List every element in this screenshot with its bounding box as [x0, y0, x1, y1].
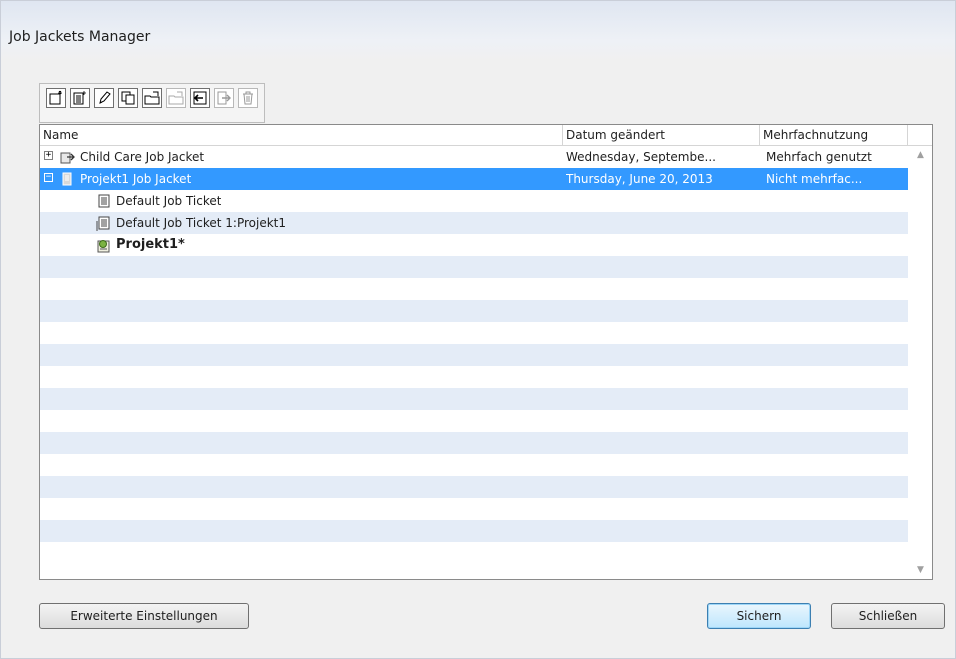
job-ticket-icon	[98, 194, 110, 208]
empty-row	[40, 454, 908, 476]
open-folder-icon	[168, 91, 184, 105]
scroll-down-icon[interactable]: ▼	[917, 565, 924, 575]
empty-row	[40, 542, 908, 564]
list-header: Name Datum geändert Mehrfachnutzung	[40, 125, 932, 146]
import-button[interactable]	[190, 88, 210, 108]
empty-row	[40, 322, 908, 344]
row-name: Projekt1*	[116, 237, 185, 252]
duplicate-icon	[121, 91, 135, 105]
open-button[interactable]	[142, 88, 162, 108]
open-folder-icon	[144, 91, 160, 105]
scroll-up-icon[interactable]: ▲	[917, 150, 924, 160]
empty-row	[40, 300, 908, 322]
new-jacket-icon	[49, 90, 62, 105]
column-header-date[interactable]: Datum geändert	[563, 125, 760, 145]
empty-row	[40, 256, 908, 278]
list-rows: + Child Care Job Jacket Wednesday, Septe…	[40, 146, 908, 564]
row-usage: Nicht mehrfac...	[766, 172, 863, 186]
vertical-scrollbar[interactable]: ▲ ▼	[912, 146, 932, 579]
empty-row	[40, 278, 908, 300]
list-item-projekt1-selected[interactable]: − Projekt1 Job Jacket Thursday, June 20,…	[40, 168, 908, 190]
list-item-default-ticket-1[interactable]: Default Job Ticket 1:Projekt1	[40, 212, 908, 234]
duplicate-button[interactable]	[118, 88, 138, 108]
advanced-settings-button[interactable]: Erweiterte Einstellungen	[39, 603, 249, 629]
save-button[interactable]: Sichern	[707, 603, 811, 629]
job-ticket-icon	[96, 216, 110, 231]
empty-row	[40, 498, 908, 520]
empty-row	[40, 366, 908, 388]
empty-row	[40, 388, 908, 410]
column-header-usage[interactable]: Mehrfachnutzung	[760, 125, 908, 145]
toolbar	[39, 83, 265, 123]
list-item-default-ticket[interactable]: Default Job Ticket	[40, 190, 908, 212]
trash-icon	[243, 91, 253, 105]
row-name: Default Job Ticket	[116, 194, 222, 208]
job-jacket-icon	[62, 172, 72, 186]
column-header-name[interactable]: Name	[40, 125, 563, 145]
expand-toggle[interactable]: +	[44, 151, 53, 160]
row-date: Wednesday, Septembe...	[566, 150, 716, 164]
job-jackets-manager-window: Job Jackets Manager Name Datum geändert …	[0, 0, 956, 659]
empty-row	[40, 410, 908, 432]
empty-row	[40, 432, 908, 454]
empty-row	[40, 520, 908, 542]
project-icon	[97, 240, 110, 253]
export-icon	[217, 91, 231, 105]
import-icon	[193, 91, 207, 105]
job-jacket-list[interactable]: Name Datum geändert Mehrfachnutzung + Ch…	[39, 124, 933, 580]
row-usage: Mehrfach genutzt	[766, 150, 872, 164]
row-name: Child Care Job Jacket	[80, 150, 205, 164]
edit-pencil-icon	[99, 91, 111, 104]
new-job-jacket-button[interactable]	[46, 88, 66, 108]
job-jacket-icon	[60, 152, 75, 164]
empty-row	[40, 476, 908, 498]
edit-button[interactable]	[94, 88, 114, 108]
empty-row	[40, 344, 908, 366]
new-ticket-icon	[73, 91, 86, 105]
list-item-child-care[interactable]: + Child Care Job Jacket Wednesday, Septe…	[40, 146, 908, 168]
collapse-toggle[interactable]: −	[44, 173, 53, 182]
row-name: Projekt1 Job Jacket	[80, 172, 192, 186]
row-name: Default Job Ticket 1:Projekt1	[116, 216, 287, 230]
open-disabled-button[interactable]	[166, 88, 186, 108]
new-job-ticket-button[interactable]	[70, 88, 90, 108]
window-title: Job Jackets Manager	[9, 29, 151, 45]
close-button[interactable]: Schließen	[831, 603, 945, 629]
list-item-projekt1-project[interactable]: Projekt1*	[40, 234, 908, 256]
delete-button[interactable]	[238, 88, 258, 108]
export-button[interactable]	[214, 88, 234, 108]
row-date: Thursday, June 20, 2013	[566, 172, 713, 186]
